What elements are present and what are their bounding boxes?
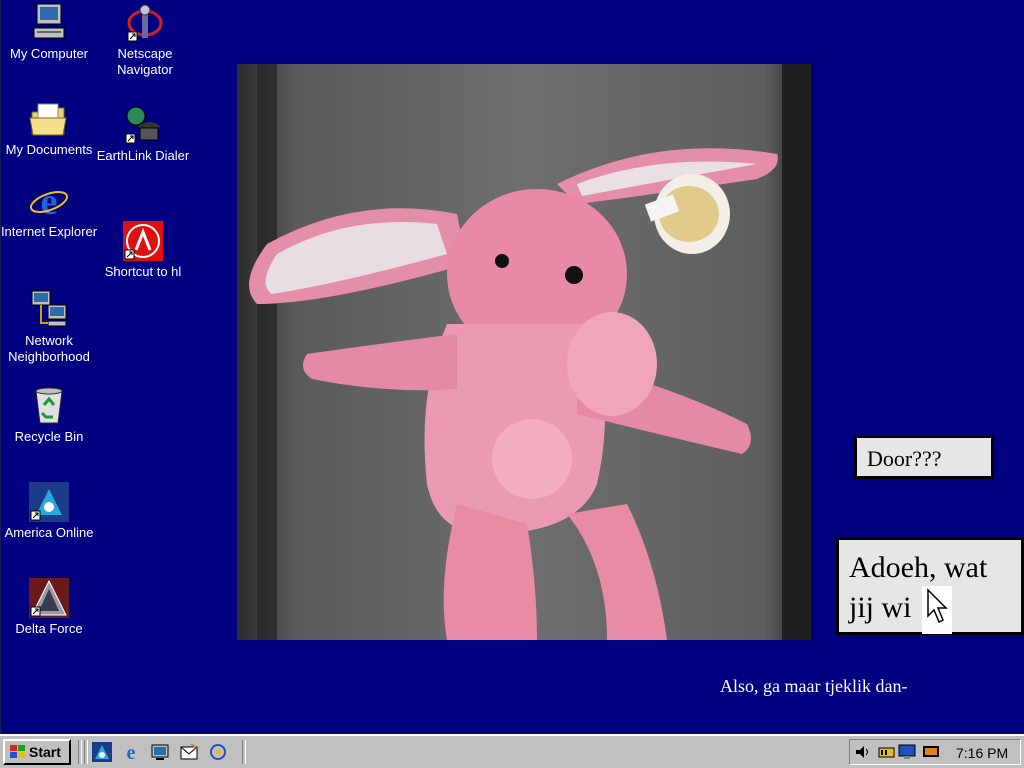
taskbar-separator	[84, 740, 88, 764]
display-settings-icon[interactable]	[898, 744, 916, 760]
halflife-icon	[123, 221, 163, 261]
icon-label: My Computer	[9, 46, 89, 61]
netscape-navigator-shortcut[interactable]: Netscape Navigator	[95, 2, 195, 78]
icon-label: EarthLink Dialer	[96, 148, 190, 163]
clock[interactable]: 7:16 PM	[956, 745, 1008, 761]
delta-force-shortcut[interactable]: Delta Force	[0, 577, 99, 637]
svg-text:e: e	[41, 181, 58, 222]
network-neighborhood-shortcut[interactable]: Network Neighborhood	[0, 289, 99, 365]
battery-icon[interactable]	[878, 744, 896, 760]
icon-label: America Online	[4, 525, 94, 540]
start-label: Start	[29, 744, 61, 760]
desktop: My Computer Netscape Navigator My Docume…	[0, 0, 1024, 734]
my-computer-shortcut[interactable]: My Computer	[0, 2, 99, 62]
show-desktop-icon[interactable]	[150, 742, 170, 762]
my-documents-shortcut[interactable]: My Documents	[0, 98, 99, 158]
recycle-bin-shortcut[interactable]: Recycle Bin	[0, 385, 99, 445]
taskbar-separator	[78, 740, 82, 764]
taskbar-separator	[242, 740, 246, 764]
pink-bunny-plush-image	[237, 64, 811, 640]
mouse-pointer-icon	[922, 586, 952, 634]
aol-icon	[29, 482, 69, 522]
ie-quicklaunch-icon[interactable]: e	[121, 742, 141, 762]
svg-text:e: e	[127, 742, 136, 762]
channels-icon[interactable]	[208, 742, 228, 762]
start-button[interactable]: Start	[3, 739, 71, 765]
icon-label: Delta Force	[15, 621, 83, 636]
america-online-shortcut[interactable]: America Online	[0, 481, 99, 541]
icon-label: Shortcut to hl	[104, 264, 182, 279]
internet-explorer-shortcut[interactable]: e Internet Explorer	[0, 180, 99, 240]
volume-icon[interactable]	[854, 744, 872, 760]
delta-force-icon	[29, 578, 69, 618]
outlook-express-icon[interactable]	[179, 742, 199, 762]
computer-icon	[33, 3, 65, 39]
netscape-icon	[127, 4, 163, 42]
windows-logo-icon	[10, 745, 25, 758]
recycle-bin-icon	[35, 387, 63, 424]
folder-icon	[29, 103, 67, 136]
bunny-photo	[237, 64, 811, 640]
shortcut-to-hl[interactable]: Shortcut to hl	[93, 220, 193, 280]
icon-label: My Documents	[5, 142, 93, 157]
door-question-text: Door???	[867, 446, 942, 471]
network-icon	[31, 290, 67, 327]
door-question-box[interactable]: Door???	[854, 435, 994, 479]
earthlink-dialer-shortcut[interactable]: EarthLink Dialer	[93, 104, 193, 164]
system-tray: 7:16 PM	[849, 739, 1021, 765]
caption-text: Also, ga maar tjeklik dan-	[720, 676, 908, 696]
icon-label: Network Neighborhood	[8, 333, 90, 364]
icon-label: Netscape Navigator	[117, 46, 173, 77]
adoeh-line-1: Adoeh, wat	[849, 551, 988, 584]
dialer-icon	[125, 106, 160, 144]
icon-label: Recycle Bin	[14, 429, 84, 444]
taskbar: Start e 7:16 PM	[0, 734, 1024, 768]
aol-quicklaunch-icon[interactable]	[92, 742, 112, 762]
icon-label: Internet Explorer	[0, 224, 98, 239]
monitor-icon[interactable]	[922, 744, 940, 760]
ie-icon: e	[29, 181, 69, 222]
